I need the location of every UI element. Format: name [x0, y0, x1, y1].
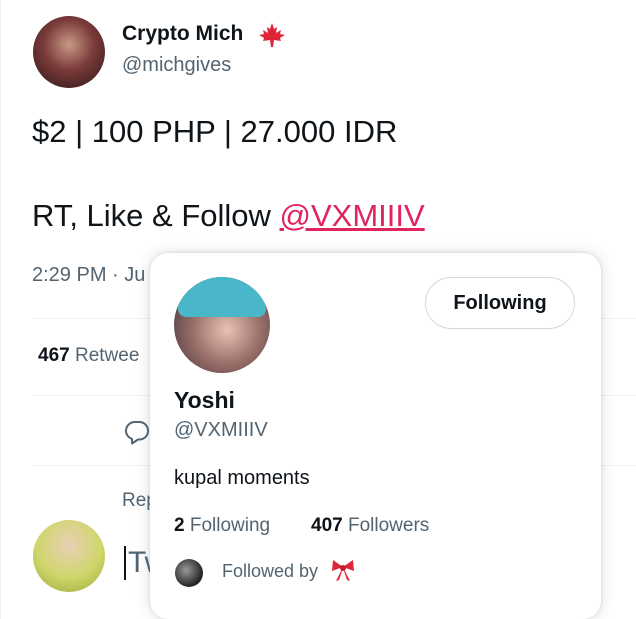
author-name[interactable]: Crypto Mich	[122, 22, 243, 46]
ribbon-bow-icon	[332, 560, 354, 581]
author-handle[interactable]: @michgives	[122, 54, 231, 77]
retweets-count: 467	[38, 345, 70, 366]
hovercard-handle[interactable]: @VXMIIIV	[174, 419, 268, 442]
following-button[interactable]: Following	[425, 277, 575, 329]
hovercard-name[interactable]: Yoshi	[174, 387, 235, 414]
cap-shape	[178, 277, 266, 317]
timeline-left-border	[0, 0, 1, 619]
tweet-timestamp[interactable]: 2:29 PM · Ju	[32, 264, 145, 287]
hovercard-avatar[interactable]	[174, 277, 270, 373]
retweets-label: Retwee	[74, 345, 140, 366]
followed-by-text[interactable]: Followed by	[222, 561, 318, 582]
following-stat[interactable]: 2 Following	[174, 515, 270, 537]
followers-label: Followers	[347, 515, 430, 536]
retweets-stat[interactable]: 467 Retwee	[38, 345, 139, 367]
followers-count: 407	[311, 515, 343, 536]
hovercard-bio: kupal moments	[174, 467, 310, 489]
following-label: Following	[189, 515, 271, 536]
mention-link[interactable]: @VXMIIIV	[280, 198, 425, 233]
maple-leaf-icon	[259, 23, 285, 47]
mutual-follower-avatar[interactable]	[175, 559, 203, 587]
following-count: 2	[174, 515, 185, 536]
tweet-text-line-2: RT, Like & Follow @VXMIIIV	[32, 198, 425, 234]
author-avatar[interactable]	[33, 16, 105, 88]
followers-stat[interactable]: 407 Followers	[311, 515, 429, 537]
profile-hovercard: Following Yoshi @VXMIIIV kupal moments 2…	[150, 253, 601, 619]
reply-icon[interactable]	[123, 418, 151, 446]
tweet-text-line-1: $2 | 100 PHP | 27.000 IDR	[32, 114, 398, 149]
current-user-avatar[interactable]	[33, 520, 105, 592]
tweet-text-prefix: RT, Like & Follow	[32, 198, 280, 233]
